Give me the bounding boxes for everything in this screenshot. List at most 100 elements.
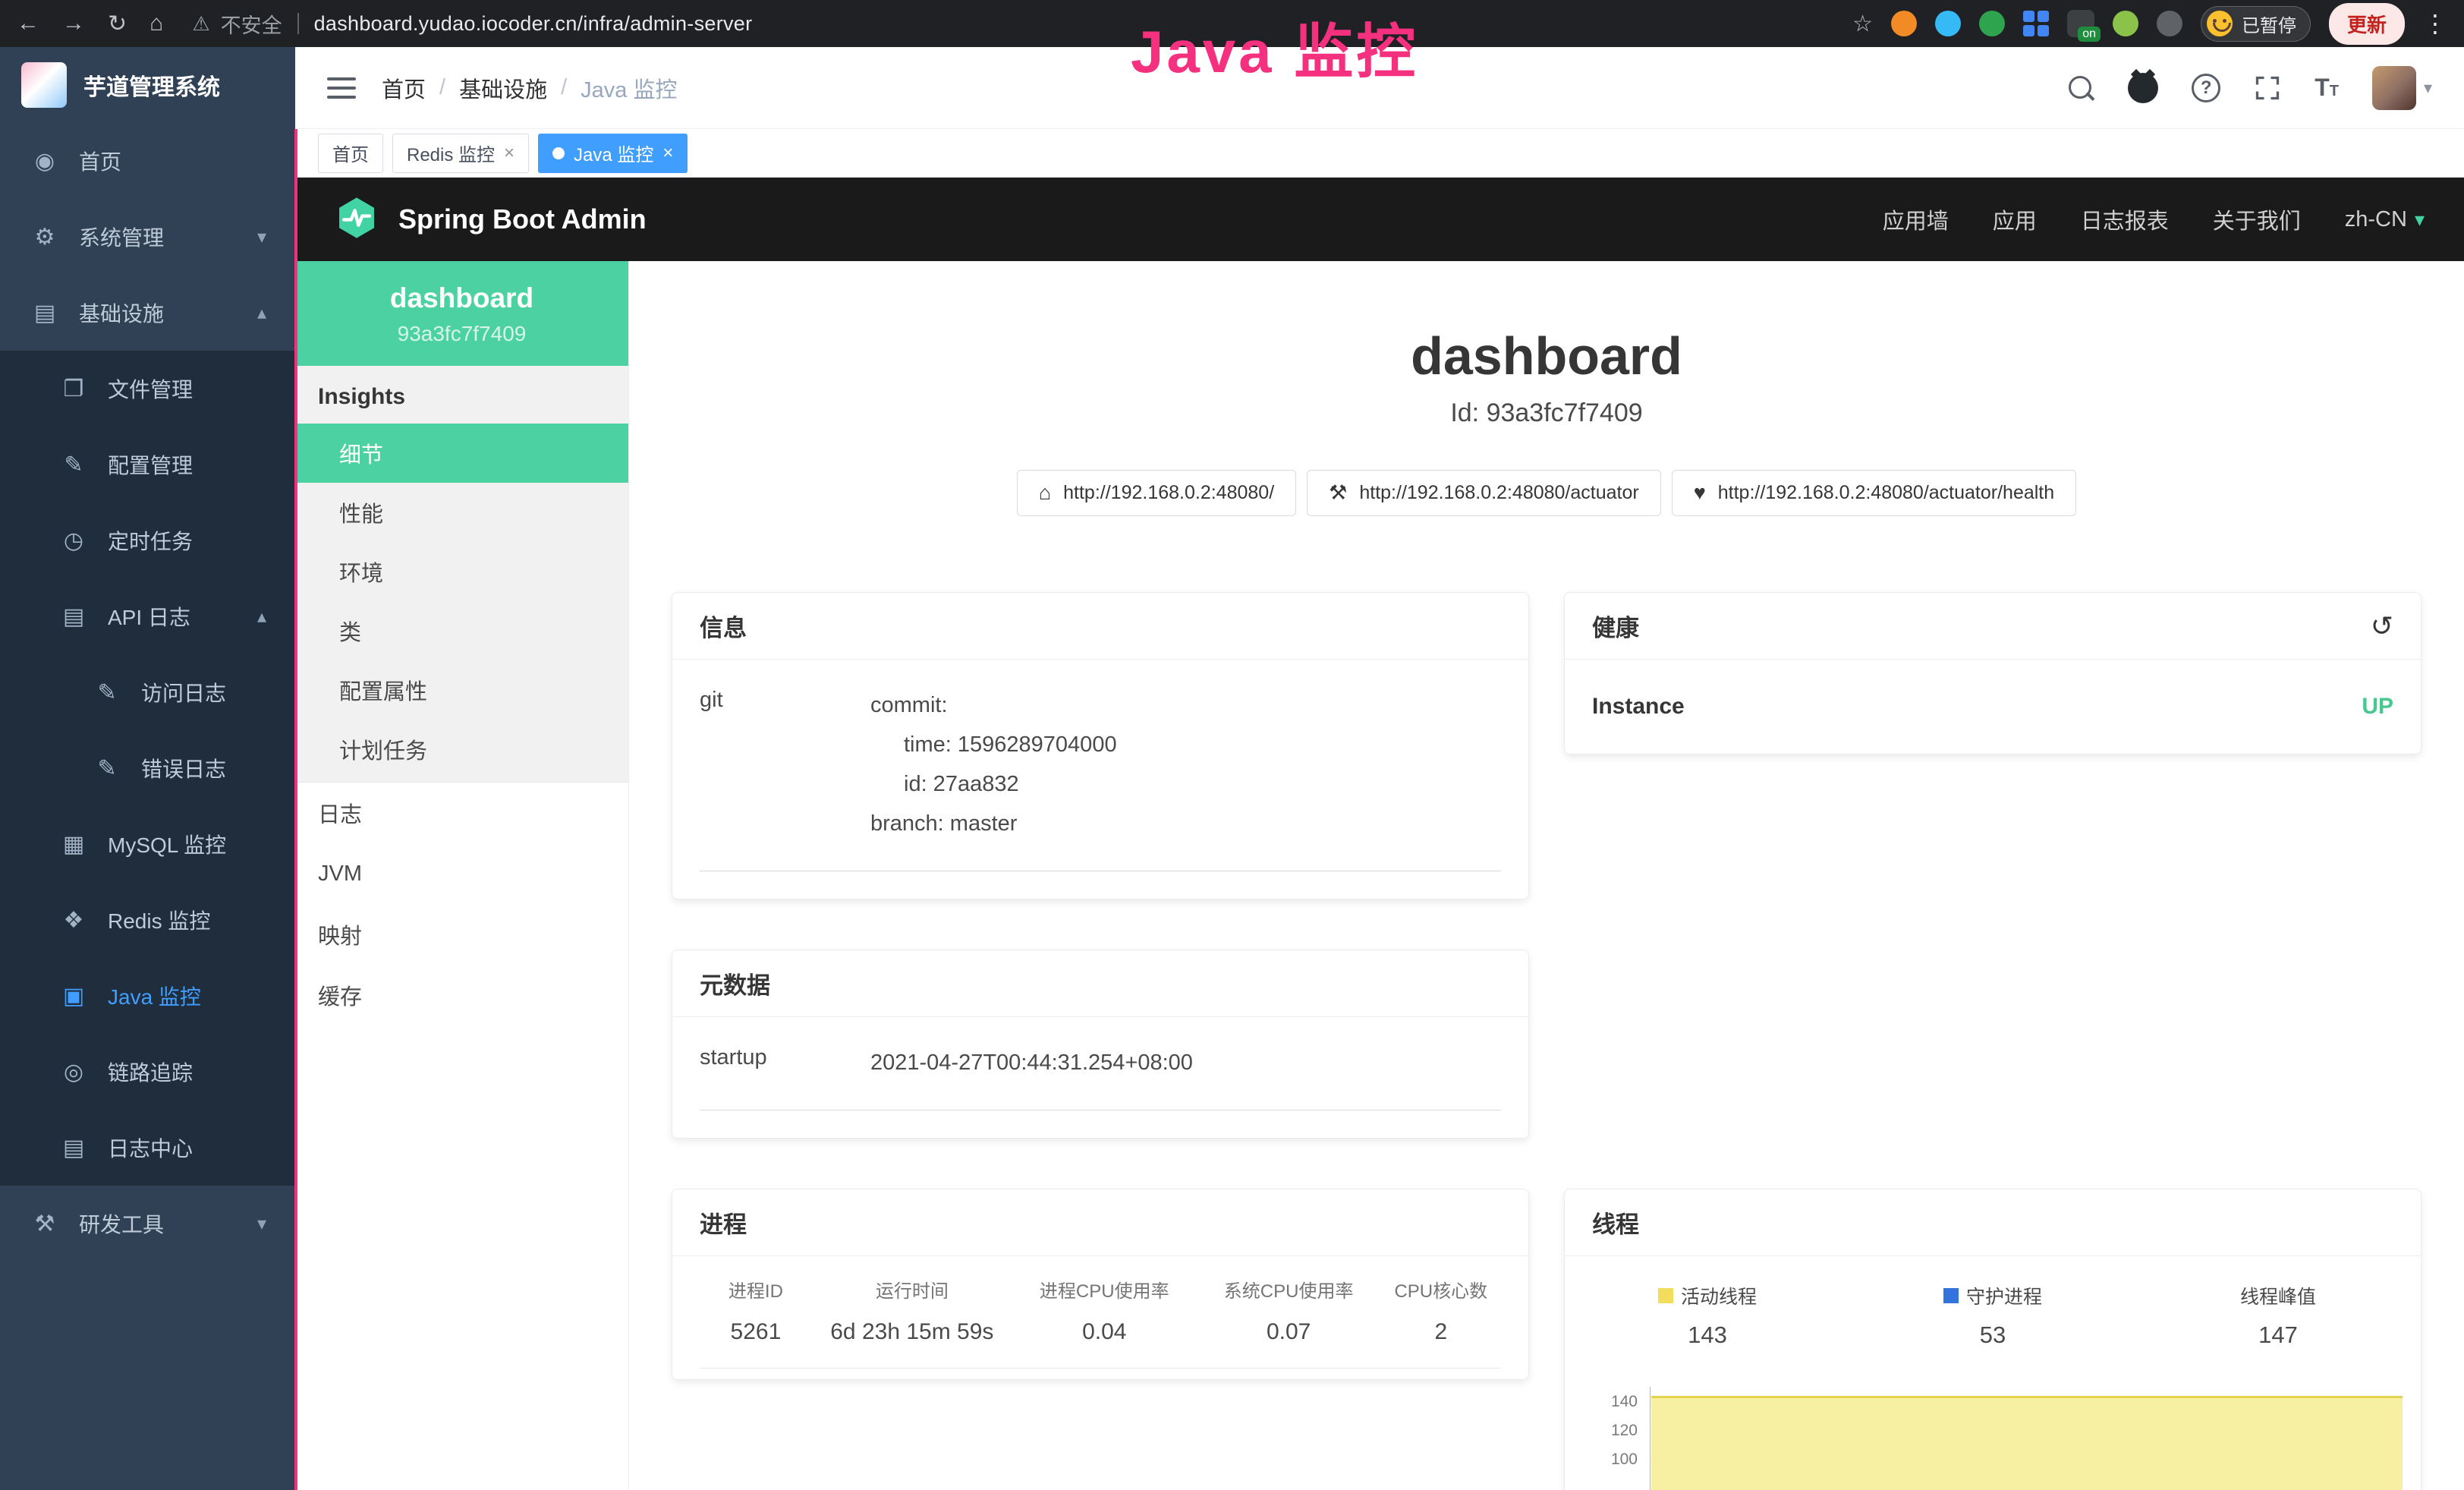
- service-url-link[interactable]: ⌂ http://192.168.0.2:48080/: [1017, 470, 1296, 516]
- tab-home[interactable]: 首页: [318, 134, 383, 173]
- browser-menu-icon[interactable]: ⋮: [2423, 9, 2447, 38]
- sidebar-item-api-log[interactable]: ▤ API 日志 ▴: [0, 578, 295, 654]
- sba-item-environment[interactable]: 环境: [295, 542, 628, 601]
- sba-nav-journal[interactable]: 日志报表: [2081, 203, 2169, 235]
- sidebar-item-system[interactable]: ⚙ 系统管理 ▾: [0, 199, 295, 275]
- profile-chip[interactable]: 已暂停: [2201, 6, 2311, 42]
- tab-java-monitor[interactable]: Java 监控 ×: [538, 134, 688, 173]
- actuator-url-link[interactable]: ⚒ http://192.168.0.2:48080/actuator: [1307, 470, 1661, 516]
- insights-group: Insights 细节 性能 环境 类 配置属性 计划任务: [295, 366, 628, 783]
- sba-nav-applications[interactable]: 应用: [1993, 203, 2037, 235]
- gear-icon: ⚙: [29, 224, 61, 250]
- sidebar-item-label: 链路追踪: [108, 1057, 266, 1087]
- sba-item-logs[interactable]: 日志: [295, 783, 628, 843]
- sidebar-item-home[interactable]: ◉ 首页: [0, 123, 295, 199]
- sidebar-item-scheduled-jobs[interactable]: ◷ 定时任务: [0, 502, 295, 578]
- legend-swatch-yellow: [1658, 1288, 1673, 1303]
- github-icon[interactable]: [2128, 73, 2158, 103]
- sba-sidebar: dashboard 93a3fc7f7409 Insights 细节 性能 环境…: [295, 261, 629, 1490]
- search-icon[interactable]: [2067, 74, 2094, 102]
- bookmark-star-icon[interactable]: ☆: [1852, 11, 1873, 37]
- sidebar-item-error-log[interactable]: ✎ 错误日志: [0, 730, 295, 806]
- browser-actions: ☆ on 已暂停 更新 ⋮: [1852, 3, 2447, 45]
- sidebar-item-dev-tools[interactable]: ⚒ 研发工具 ▾: [0, 1186, 295, 1262]
- sidebar-item-log-center[interactable]: ▤ 日志中心: [0, 1110, 295, 1186]
- page-subtitle: Id: 93a3fc7f7409: [629, 398, 2464, 428]
- sba-item-scheduled-tasks[interactable]: 计划任务: [295, 720, 628, 779]
- app-sidebar: 芋道管理系统 ◉ 首页 ⚙ 系统管理 ▾ ▤ 基础设施 ▴ ❐: [0, 47, 295, 1490]
- sba-item-jvm[interactable]: JVM: [295, 843, 628, 904]
- sba-item-mappings[interactable]: 映射: [295, 904, 628, 965]
- sba-nav-about[interactable]: 关于我们: [2213, 203, 2301, 235]
- history-icon[interactable]: ↺: [2371, 610, 2393, 642]
- sidebar-item-redis-monitor[interactable]: ❖ Redis 监控: [0, 882, 295, 958]
- help-icon[interactable]: ?: [2192, 74, 2220, 102]
- url-text[interactable]: dashboard.yudao.iocoder.cn/infra/admin-s…: [314, 12, 753, 36]
- extension-icon-drop[interactable]: [1935, 11, 1961, 36]
- reload-icon[interactable]: ↻: [108, 11, 127, 37]
- metadata-key: startup: [700, 1043, 870, 1082]
- sidebar-fold-icon[interactable]: [327, 77, 356, 99]
- sidebar-item-access-log[interactable]: ✎ 访问日志: [0, 654, 295, 730]
- sba-item-classes[interactable]: 类: [295, 601, 628, 660]
- content-column: 首页 / 基础设施 / Java 监控 ? TT ▾: [295, 47, 2464, 1490]
- instance-links: ⌂ http://192.168.0.2:48080/ ⚒ http://192…: [629, 470, 2464, 516]
- sidebar-item-java-monitor[interactable]: ▣ Java 监控: [0, 958, 295, 1034]
- update-button[interactable]: 更新: [2329, 3, 2405, 45]
- font-size-icon[interactable]: TT: [2315, 74, 2339, 102]
- sba-item-metrics[interactable]: 性能: [295, 483, 628, 542]
- caret-down-icon: ▾: [2415, 208, 2425, 232]
- sidebar-item-label: Java 监控: [108, 981, 266, 1011]
- wrench-icon: ⚒: [1329, 481, 1347, 505]
- extension-icon-grid[interactable]: [2023, 11, 2049, 36]
- breadcrumb-separator: /: [439, 75, 445, 100]
- fullscreen-icon[interactable]: [2254, 74, 2281, 102]
- avatar: [2372, 66, 2416, 110]
- extension-icon-green[interactable]: [1979, 11, 2005, 36]
- sba-item-caches[interactable]: 缓存: [295, 965, 628, 1025]
- tab-redis-monitor[interactable]: Redis 监控 ×: [392, 134, 529, 173]
- spring-boot-admin-logo[interactable]: [335, 196, 379, 244]
- extension-icon-orange[interactable]: [1891, 11, 1917, 36]
- health-instance-row[interactable]: Instance UP: [1565, 660, 2421, 754]
- sidebar-item-infra[interactable]: ▤ 基础设施 ▴: [0, 275, 295, 351]
- sba-item-config-props[interactable]: 配置属性: [295, 660, 628, 720]
- legend-peak-threads: 线程峰值 147: [2135, 1282, 2421, 1349]
- annotation-text: Java 监控: [1131, 5, 1418, 90]
- sidebar-item-tracing[interactable]: ◎ 链路追踪: [0, 1034, 295, 1110]
- forward-icon[interactable]: →: [62, 11, 85, 36]
- sidebar-item-mysql-monitor[interactable]: ▦ MySQL 监控: [0, 806, 295, 882]
- address-bar[interactable]: ⚠ 不安全 dashboard.yudao.iocoder.cn/infra/a…: [192, 9, 752, 39]
- back-icon[interactable]: ←: [17, 11, 39, 36]
- close-icon[interactable]: ×: [504, 143, 515, 164]
- tab-label: 首页: [332, 140, 369, 166]
- security-label: 不安全: [221, 9, 282, 39]
- dashboard-icon: ◉: [29, 148, 61, 175]
- sba-nav-wallboard[interactable]: 应用墙: [1883, 203, 1949, 235]
- breadcrumb: 首页 / 基础设施 / Java 监控: [382, 72, 677, 104]
- locale-label: zh-CN: [2345, 207, 2407, 232]
- sidebar-item-file-mgmt[interactable]: ❐ 文件管理: [0, 351, 295, 427]
- log-center-icon: ▤: [58, 1135, 90, 1161]
- sidebar-item-label: 文件管理: [108, 373, 266, 404]
- extension-icon-leaf[interactable]: [2113, 11, 2138, 36]
- cell-process-cpu: 0.04: [1012, 1310, 1197, 1369]
- user-menu[interactable]: ▾: [2372, 66, 2432, 110]
- card-title: 线程: [1592, 1205, 1639, 1240]
- sba-item-details[interactable]: 细节: [295, 424, 628, 483]
- sba-body: dashboard 93a3fc7f7409 Insights 细节 性能 环境…: [295, 261, 2464, 1490]
- sidebar-item-config-mgmt[interactable]: ✎ 配置管理: [0, 427, 295, 502]
- breadcrumb-home[interactable]: 首页: [382, 72, 426, 104]
- health-url-link[interactable]: ♥ http://192.168.0.2:48080/actuator/heal…: [1672, 470, 2076, 516]
- breadcrumb-infra[interactable]: 基础设施: [459, 72, 547, 104]
- column-header: 系统CPU使用率: [1197, 1261, 1381, 1310]
- locale-selector[interactable]: zh-CN ▾: [2345, 207, 2425, 232]
- instance-id: 93a3fc7f7409: [303, 322, 621, 346]
- info-line: id: 27aa832: [870, 764, 1501, 804]
- home-icon[interactable]: ⌂: [149, 11, 163, 36]
- close-icon[interactable]: ×: [662, 143, 673, 164]
- sidebar-item-label: Redis 监控: [108, 905, 266, 935]
- extension-icon-puzzle[interactable]: [2157, 11, 2182, 36]
- info-line: commit:: [870, 685, 1501, 725]
- extension-icon-on-badge[interactable]: on: [2067, 10, 2094, 37]
